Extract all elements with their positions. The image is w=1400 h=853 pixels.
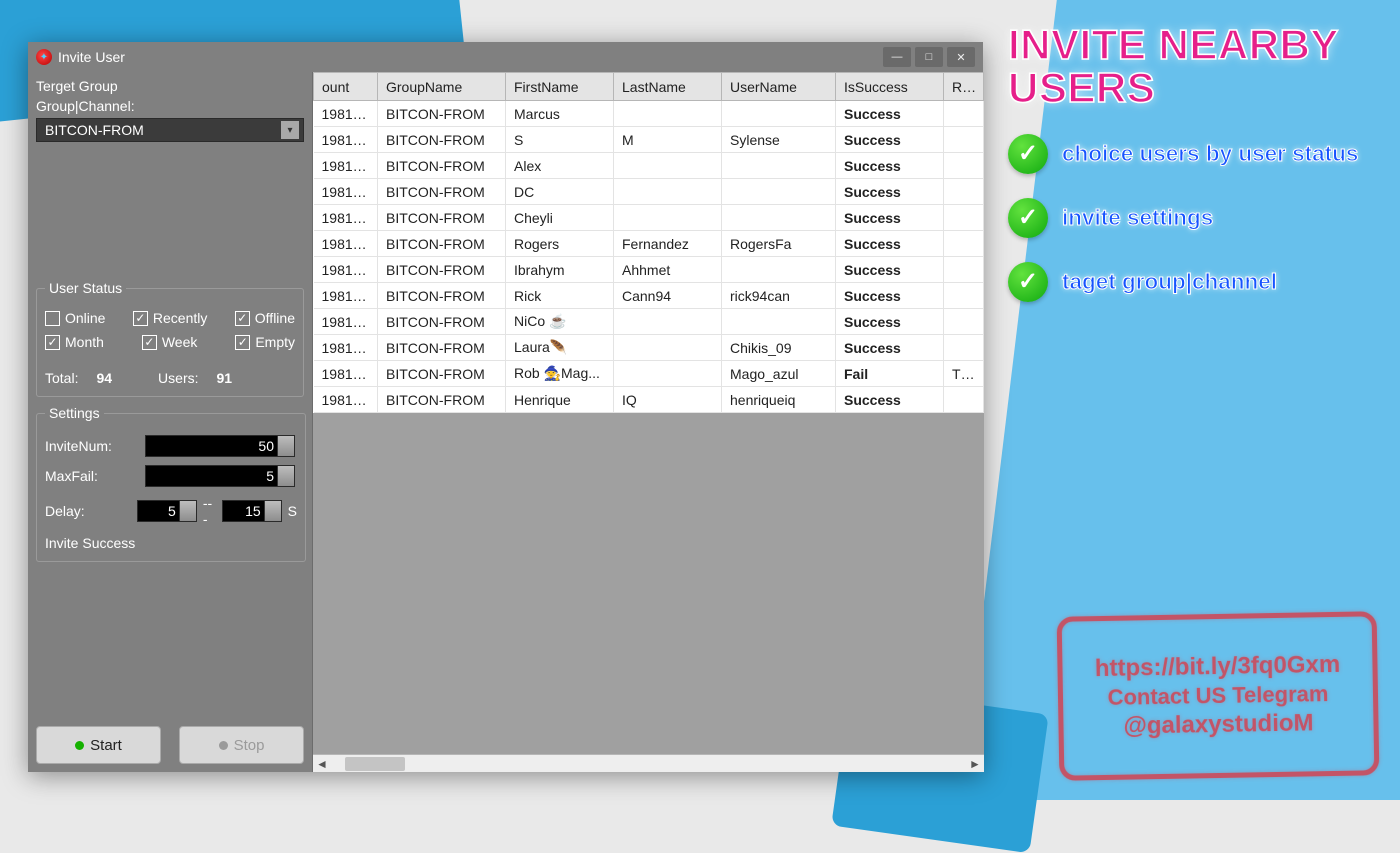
results-panel: ount GroupName FirstName LastName UserNa… [312,72,984,772]
results-table[interactable]: ount GroupName FirstName LastName UserNa… [313,72,984,413]
feature-text: choice users by user status [1062,141,1358,167]
total-label: Total: [45,370,78,386]
invite-num-input[interactable]: 50 [145,435,295,457]
table-row[interactable]: 19819...BITCON-FROMMarcusSuccess [314,101,984,127]
user-status-legend: User Status [45,280,126,296]
group-channel-label: Group|Channel: [36,98,304,114]
check-circle-icon: ✓ [1008,198,1048,238]
stop-icon [219,741,228,750]
table-row[interactable]: 19819...BITCON-FROMRickCann94rick94canSu… [314,283,984,309]
table-row[interactable]: 19819...BITCON-FROMAlexSuccess [314,153,984,179]
scroll-right-icon[interactable]: ► [966,757,984,771]
col-issuccess[interactable]: IsSuccess [836,73,944,101]
checkbox-icon: ✓ [142,335,157,350]
app-window: ✦ Invite User — □ ✕ Terget Group Group|C… [28,42,983,772]
stamp-handle: @galaxystudioM [1123,709,1314,740]
col-groupname[interactable]: GroupName [378,73,506,101]
group-channel-dropdown[interactable]: BITCON-FROM ▾ [36,118,304,142]
stop-button[interactable]: Stop [179,726,304,764]
table-row[interactable]: 19819...BITCON-FROMDCSuccess [314,179,984,205]
col-reason[interactable]: Rea [944,73,984,101]
checkbox-month[interactable]: ✓Month [45,334,104,350]
delay-unit: S [288,503,297,519]
target-group-label: Terget Group [36,78,304,94]
table-header-row: ount GroupName FirstName LastName UserNa… [314,73,984,101]
marketing-panel: INVITE NEARBY USERS ✓ choice users by us… [1000,24,1400,302]
feature-item: ✓ choice users by user status [1008,134,1400,174]
users-label: Users: [158,370,198,386]
headline: INVITE NEARBY USERS [1000,24,1400,110]
horizontal-scrollbar[interactable]: ◄ ► [313,754,984,772]
check-circle-icon: ✓ [1008,134,1048,174]
feature-item: ✓ taget group|channel [1008,262,1400,302]
window-title: Invite User [58,49,125,65]
grid-empty-area [313,413,984,754]
delay-to-input[interactable]: 15 [222,500,282,522]
delay-label: Delay: [45,503,137,519]
table-row[interactable]: 19819...BITCON-FROMRogersFernandezRogers… [314,231,984,257]
feature-text: invite settings [1062,205,1213,231]
start-button[interactable]: Start [36,726,161,764]
table-row[interactable]: 19819...BITCON-FROMLaura🪶Chikis_09Succes… [314,335,984,361]
table-row[interactable]: 19819...BITCON-FROMCheyliSuccess [314,205,984,231]
sidebar: Terget Group Group|Channel: BITCON-FROM … [28,72,312,772]
maxfail-label: MaxFail: [45,468,145,484]
col-account[interactable]: ount [314,73,378,101]
users-value: 91 [217,370,233,386]
contact-stamp: https://bit.ly/3fq0Gxm Contact US Telegr… [1057,611,1380,781]
checkbox-empty[interactable]: ✓Empty [235,334,295,350]
titlebar[interactable]: ✦ Invite User — □ ✕ [28,42,983,72]
scroll-track[interactable] [331,755,966,772]
table-row[interactable]: 19819...BITCON-FROMNiCo ☕Success [314,309,984,335]
check-circle-icon: ✓ [1008,262,1048,302]
group-channel-value: BITCON-FROM [45,122,144,138]
settings-legend: Settings [45,405,104,421]
table-row[interactable]: 19819...BITCON-FROMHenriqueIQhenriqueiqS… [314,387,984,413]
table-row[interactable]: 19819...BITCON-FROMSMSylenseSuccess [314,127,984,153]
checkbox-week[interactable]: ✓Week [142,334,198,350]
scroll-left-icon[interactable]: ◄ [313,757,331,771]
delay-from-input[interactable]: 5 [137,500,197,522]
checkbox-offline[interactable]: ✓Offline [235,310,295,326]
col-username[interactable]: UserName [722,73,836,101]
user-status-group: User Status Online ✓Recently ✓Offline ✓M… [36,280,304,397]
window-maximize-button[interactable]: □ [915,47,943,67]
table-row[interactable]: 19819...BITCON-FROMRob 🧙Mag...Mago_azulF… [314,361,984,387]
feature-item: ✓ invite settings [1008,198,1400,238]
checkbox-icon [45,311,60,326]
checkbox-online[interactable]: Online [45,310,105,326]
chevron-down-icon[interactable]: ▾ [281,121,299,139]
invite-success-label: Invite Success [45,535,135,551]
checkbox-icon: ✓ [235,311,250,326]
invite-num-label: InviteNum: [45,438,145,454]
table-row[interactable]: 19819...BITCON-FROMIbrahymAhhmetSuccess [314,257,984,283]
stamp-url: https://bit.ly/3fq0Gxm [1095,651,1341,683]
maxfail-input[interactable]: 5 [145,465,295,487]
window-close-button[interactable]: ✕ [947,47,975,67]
feature-text: taget group|channel [1062,269,1277,295]
stamp-contact: Contact US Telegram [1107,681,1328,711]
col-lastname[interactable]: LastName [614,73,722,101]
checkbox-recently[interactable]: ✓Recently [133,310,207,326]
checkbox-icon: ✓ [133,311,148,326]
checkbox-icon: ✓ [235,335,250,350]
play-icon [75,741,84,750]
window-minimize-button[interactable]: — [883,47,911,67]
checkbox-icon: ✓ [45,335,60,350]
settings-group: Settings InviteNum: 50 MaxFail: 5 Delay:… [36,405,306,562]
total-value: 94 [96,370,112,386]
app-icon: ✦ [36,49,52,65]
scroll-thumb[interactable] [345,757,405,771]
col-firstname[interactable]: FirstName [506,73,614,101]
delay-separator: --- [203,495,216,527]
